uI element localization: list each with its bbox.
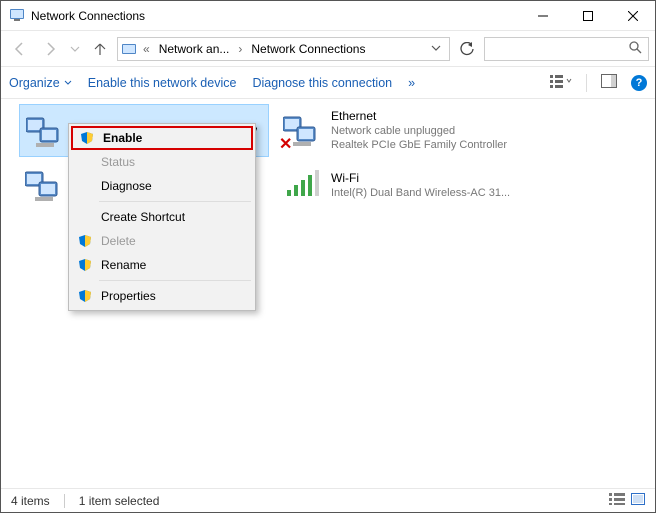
menu-status: Status [71, 150, 253, 174]
menu-separator [99, 280, 251, 281]
menu-enable[interactable]: Enable [71, 126, 253, 150]
maximize-button[interactable] [565, 1, 610, 30]
breadcrumb-dropdown[interactable] [425, 42, 447, 56]
menu-delete: Delete [71, 229, 253, 253]
minimize-button[interactable] [520, 1, 565, 30]
shield-icon [77, 257, 93, 273]
control-panel-icon [9, 6, 25, 25]
window-title: Network Connections [31, 9, 145, 23]
refresh-button[interactable] [454, 37, 480, 61]
navbar: « Network an... › Network Connections [1, 31, 655, 67]
network-adapter-icon [24, 109, 68, 153]
menu-rename[interactable]: Rename [71, 253, 253, 277]
window-controls [520, 1, 655, 30]
preview-pane-icon[interactable] [601, 74, 617, 91]
search-icon [629, 41, 642, 57]
close-button[interactable] [610, 1, 655, 30]
status-divider [64, 494, 65, 508]
statusbar: 4 items 1 item selected [1, 488, 655, 512]
adapter-device: Realtek PCIe GbE Family Controller [331, 138, 507, 153]
recent-dropdown[interactable] [67, 36, 83, 62]
chevron-left-icon[interactable]: « [140, 42, 153, 56]
menu-create-shortcut[interactable]: Create Shortcut [71, 205, 253, 229]
menu-separator [99, 201, 251, 202]
wifi-signal-icon [281, 163, 325, 207]
breadcrumb-seg-1[interactable]: Network an... [155, 42, 234, 56]
shield-icon [77, 233, 93, 249]
adapter-name: Ethernet [331, 108, 507, 124]
toolbar-divider [586, 74, 587, 92]
error-x-icon: ✕ [279, 134, 292, 154]
content-area: Cisco AnyConnect Secure Mobility ✕ Ether… [1, 99, 655, 490]
context-menu: Enable Status Diagnose Create Shortcut D… [68, 123, 256, 311]
overflow-button[interactable]: » [408, 76, 415, 90]
chevron-right-icon[interactable]: › [235, 42, 245, 56]
network-adapter-icon [23, 163, 67, 207]
menu-properties[interactable]: Properties [71, 284, 253, 308]
forward-button[interactable] [37, 36, 63, 62]
breadcrumb[interactable]: « Network an... › Network Connections [117, 37, 450, 61]
breadcrumb-icon [120, 41, 138, 57]
adapter-device: Intel(R) Dual Band Wireless-AC 31... [331, 186, 510, 201]
chevron-down-icon [64, 79, 72, 87]
titlebar: Network Connections [1, 1, 655, 31]
organize-menu[interactable]: Organize [9, 76, 72, 90]
breadcrumb-seg-2[interactable]: Network Connections [247, 42, 369, 56]
selection-count: 1 item selected [79, 494, 160, 508]
diagnose-button[interactable]: Diagnose this connection [252, 76, 392, 90]
adapter-status: Network cable unplugged [331, 124, 507, 139]
view-options-icon[interactable] [550, 74, 572, 91]
help-button[interactable]: ? [631, 75, 647, 91]
search-input[interactable] [484, 37, 649, 61]
item-count: 4 items [11, 494, 50, 508]
adapter-ethernet[interactable]: ✕ Ethernet Network cable unplugged Realt… [277, 104, 527, 157]
adapter-name: Wi-Fi [331, 170, 510, 186]
network-adapter-icon: ✕ [281, 108, 325, 152]
up-button[interactable] [87, 36, 113, 62]
details-view-icon[interactable] [609, 493, 625, 508]
back-button[interactable] [7, 36, 33, 62]
shield-icon [77, 288, 93, 304]
large-icons-view-icon[interactable] [631, 493, 645, 508]
menu-diagnose[interactable]: Diagnose [71, 174, 253, 198]
toolbar: Organize Enable this network device Diag… [1, 67, 655, 99]
enable-device-button[interactable]: Enable this network device [88, 76, 237, 90]
organize-label: Organize [9, 76, 60, 90]
shield-icon [79, 130, 95, 146]
adapter-wifi[interactable]: Wi-Fi Intel(R) Dual Band Wireless-AC 31.… [277, 159, 527, 212]
